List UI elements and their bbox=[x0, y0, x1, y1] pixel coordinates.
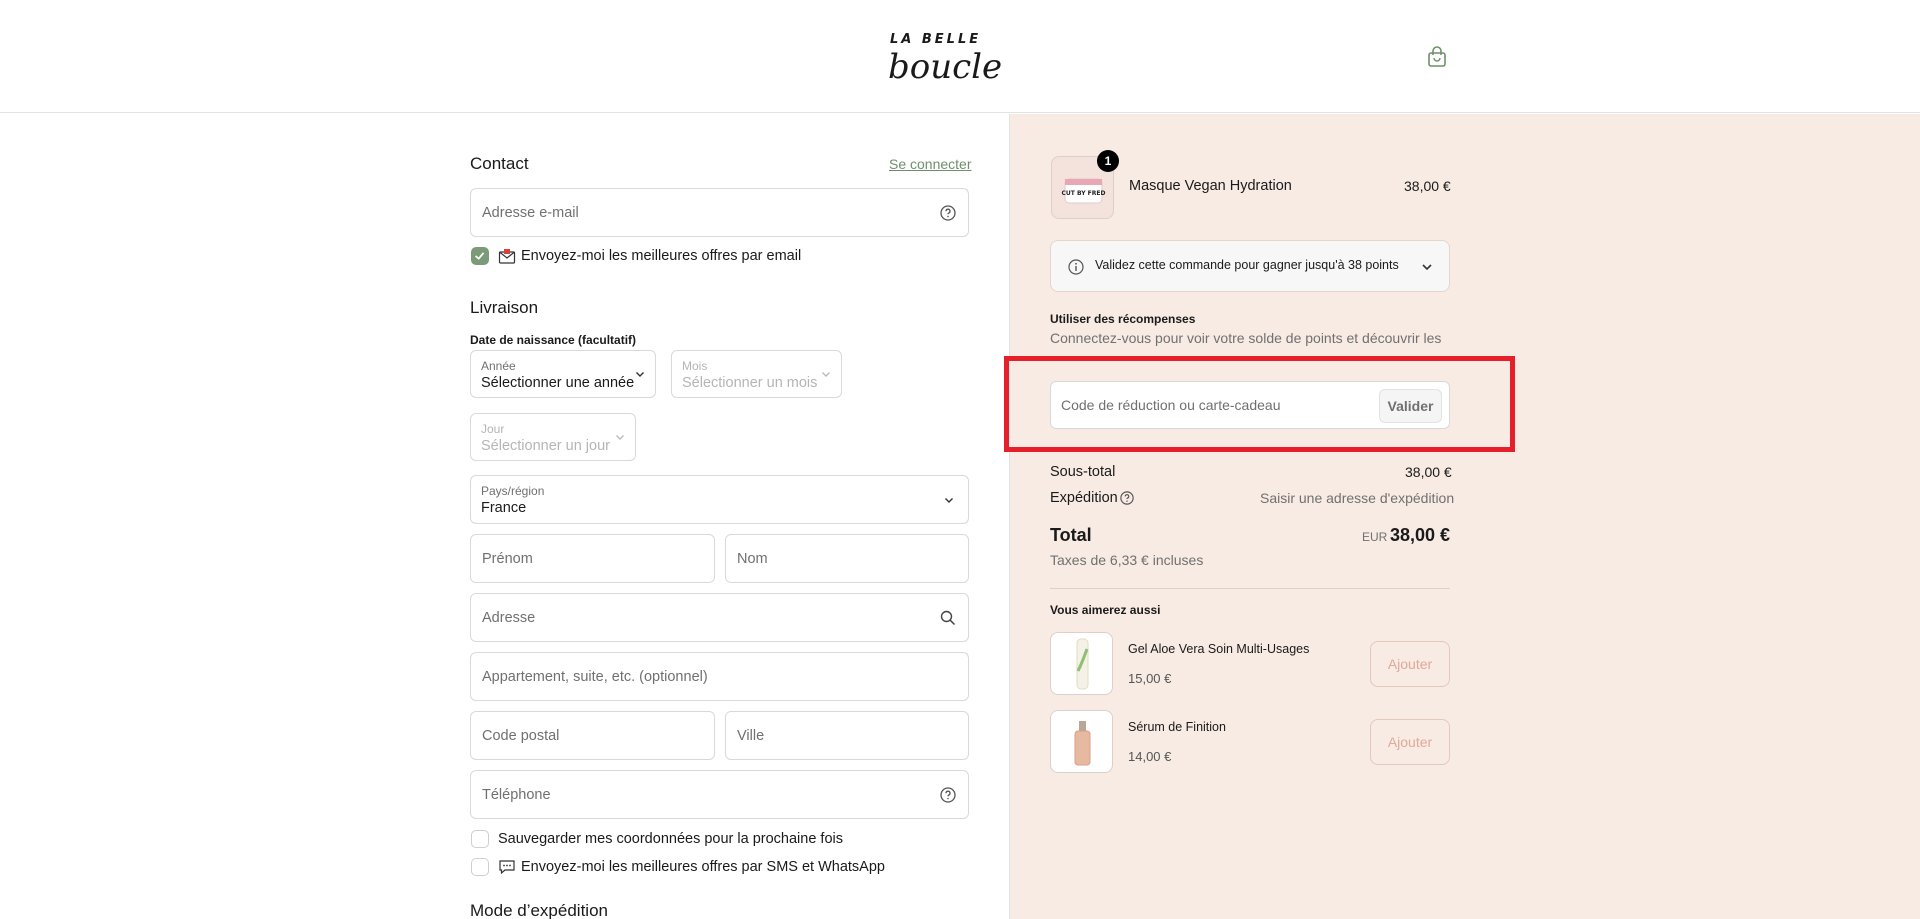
day-select[interactable]: Jour Sélectionner un jour bbox=[470, 413, 636, 461]
dob-label: Date de naissance (facultatif) bbox=[470, 333, 637, 347]
order-summary-panel bbox=[1009, 114, 1920, 919]
svg-text:CUT BY FRED: CUT BY FRED bbox=[1062, 190, 1106, 197]
month-label: Mois bbox=[682, 359, 708, 373]
delivery-title: Livraison bbox=[470, 298, 539, 317]
save-info-label: Sauvegarder mes coordonnées pour la proc… bbox=[498, 831, 843, 847]
upsell-item-name: Sérum de Finition bbox=[1128, 720, 1226, 734]
brand-logo[interactable]: LA BELLE boucle bbox=[886, 26, 1032, 87]
upsell-thumbnail bbox=[1050, 710, 1113, 773]
contact-title: Contact bbox=[470, 154, 529, 173]
sms-label: Envoyez-moi les meilleures offres par SM… bbox=[521, 859, 885, 875]
upsell-item-price: 14,00 € bbox=[1128, 749, 1172, 764]
subtotal-value: 38,00 € bbox=[1405, 464, 1452, 480]
svg-text:boucle: boucle bbox=[888, 47, 1002, 87]
country-label: Pays/région bbox=[481, 484, 545, 498]
year-select[interactable]: Année Sélectionner une année bbox=[470, 350, 656, 398]
phone-placeholder: Téléphone bbox=[482, 786, 551, 803]
city-placeholder: Ville bbox=[737, 727, 765, 744]
shipping-method-title: Mode d’expédition bbox=[470, 901, 608, 919]
add-to-cart-button[interactable]: Ajouter bbox=[1370, 719, 1450, 765]
postal-code-placeholder: Code postal bbox=[482, 727, 560, 744]
quantity-badge: 1 bbox=[1097, 150, 1119, 172]
city-field[interactable]: Ville bbox=[725, 711, 969, 760]
rewards-text: Connectez-vous pour voir votre solde de … bbox=[1050, 330, 1442, 346]
help-icon[interactable] bbox=[940, 786, 956, 803]
email-field[interactable]: Adresse e-mail bbox=[470, 188, 969, 237]
currency-label: EUR bbox=[1362, 530, 1388, 544]
country-value: France bbox=[481, 500, 527, 516]
product-name: Masque Vegan Hydration bbox=[1129, 178, 1292, 194]
newsletter-label: Envoyez-moi les meilleures offres par em… bbox=[521, 248, 802, 264]
shipping-label: Expédition bbox=[1050, 490, 1118, 506]
product-price: 38,00 € bbox=[1404, 178, 1451, 194]
info-icon bbox=[1068, 259, 1084, 275]
chevron-down-icon bbox=[945, 497, 953, 503]
rewards-title: Utiliser des récompenses bbox=[1050, 312, 1196, 326]
chevron-down-icon bbox=[616, 435, 624, 440]
day-value: Sélectionner un jour bbox=[481, 438, 610, 454]
month-select[interactable]: Mois Sélectionner un mois bbox=[671, 350, 842, 398]
address-field[interactable]: Adresse bbox=[470, 593, 969, 642]
newsletter-checkbox[interactable] bbox=[471, 247, 489, 265]
help-icon[interactable] bbox=[1120, 491, 1134, 505]
upsell-title: Vous aimerez aussi bbox=[1050, 603, 1161, 617]
header: LA BELLE boucle bbox=[0, 0, 1920, 113]
year-label: Année bbox=[481, 359, 516, 373]
email-placeholder: Adresse e-mail bbox=[482, 204, 579, 221]
postal-code-field[interactable]: Code postal bbox=[470, 711, 715, 760]
loyalty-banner[interactable]: Validez cette commande pour gagner jusqu… bbox=[1050, 240, 1450, 292]
first-name-placeholder: Prénom bbox=[482, 550, 533, 567]
total-label: Total bbox=[1050, 525, 1092, 545]
search-icon[interactable] bbox=[940, 610, 956, 626]
apartment-placeholder: Appartement, suite, etc. (optionnel) bbox=[482, 668, 708, 685]
add-to-cart-button[interactable]: Ajouter bbox=[1370, 641, 1450, 687]
chat-bubble-icon bbox=[499, 860, 515, 875]
phone-field[interactable]: Téléphone bbox=[470, 770, 969, 819]
envelope-icon bbox=[498, 249, 516, 264]
chevron-down-icon bbox=[636, 372, 644, 377]
last-name-field[interactable]: Nom bbox=[725, 534, 969, 583]
upsell-thumbnail bbox=[1050, 632, 1113, 695]
upsell-item-name: Gel Aloe Vera Soin Multi-Usages bbox=[1128, 642, 1310, 656]
year-value: Sélectionner une année bbox=[481, 375, 635, 391]
address-placeholder: Adresse bbox=[482, 609, 536, 626]
day-label: Jour bbox=[481, 422, 505, 436]
highlight-box bbox=[1004, 356, 1515, 452]
sms-checkbox[interactable] bbox=[471, 858, 489, 876]
total-value: 38,00 € bbox=[1390, 525, 1451, 545]
save-info-checkbox[interactable] bbox=[471, 830, 489, 848]
taxes-text: Taxes de 6,33 € incluses bbox=[1050, 552, 1204, 568]
subtotal-label: Sous-total bbox=[1050, 464, 1116, 480]
chevron-down-icon bbox=[822, 372, 830, 377]
shopping-bag-icon[interactable] bbox=[1426, 46, 1448, 68]
last-name-placeholder: Nom bbox=[737, 550, 768, 567]
checkmark-icon bbox=[474, 252, 485, 260]
loyalty-text: Validez cette commande pour gagner jusqu… bbox=[1095, 258, 1399, 272]
upsell-item-price: 15,00 € bbox=[1128, 671, 1172, 686]
shipping-value: Saisir une adresse d'expédition bbox=[1260, 490, 1455, 506]
divider bbox=[1050, 588, 1450, 589]
country-select[interactable]: Pays/région France bbox=[470, 475, 969, 524]
month-value: Sélectionner un mois bbox=[682, 375, 818, 391]
serum-bottle-image bbox=[1074, 721, 1091, 766]
chevron-down-icon bbox=[1422, 264, 1432, 271]
apartment-field[interactable]: Appartement, suite, etc. (optionnel) bbox=[470, 652, 969, 701]
first-name-field[interactable]: Prénom bbox=[470, 534, 715, 583]
login-link[interactable]: Se connecter bbox=[889, 156, 972, 172]
logo-script: boucle bbox=[888, 47, 1002, 87]
aloe-gel-tube-image bbox=[1076, 638, 1089, 690]
help-icon[interactable] bbox=[940, 204, 956, 221]
